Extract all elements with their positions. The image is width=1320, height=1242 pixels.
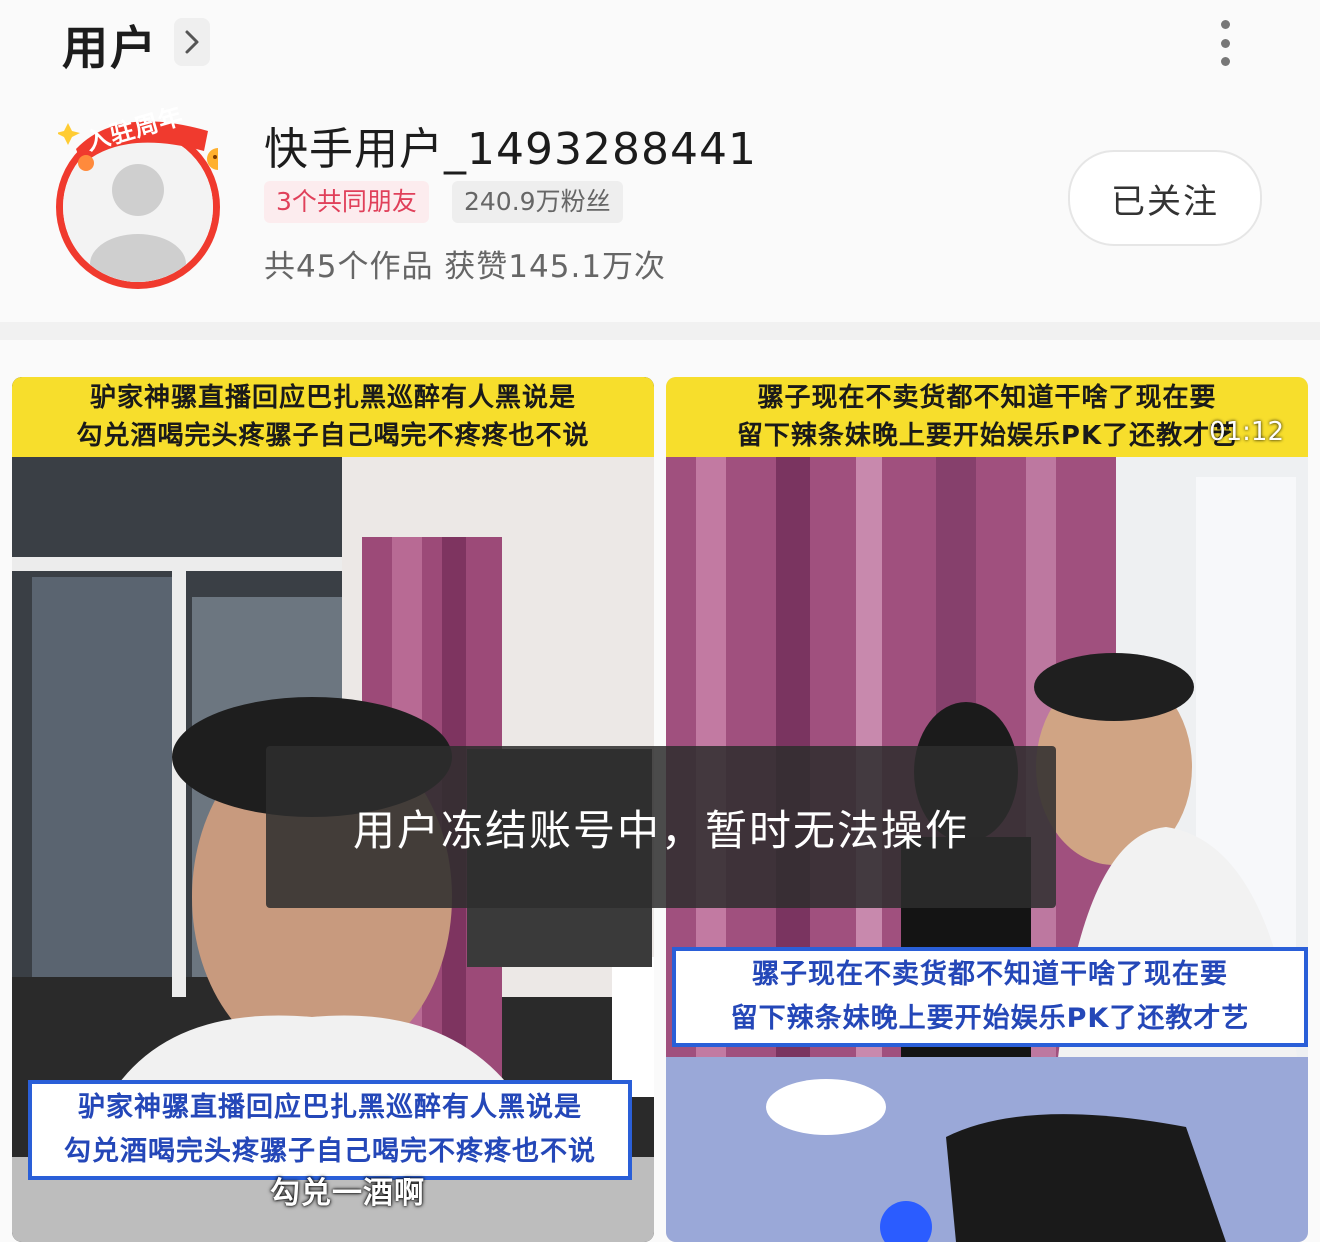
video-top-caption: 驴家神骡直播回应巴扎黑巡醉有人黑说是 勾兑酒喝完头疼骡子自己喝完不疼疼也不说 bbox=[12, 377, 654, 457]
profile-header: 入驻周年 快手用户_1493288441 3个共同朋友 240.9万粉丝 共45… bbox=[0, 95, 1320, 320]
more-options-button[interactable] bbox=[1205, 18, 1245, 68]
caption-line: 驴家神骡直播回应巴扎黑巡醉有人黑说是 bbox=[89, 383, 576, 413]
page-title: 用户 bbox=[62, 21, 158, 75]
caption-line: 勾兑酒喝完头疼骡子自己喝完不疼疼也不说 bbox=[76, 421, 590, 451]
mutual-friends-badge[interactable]: 3个共同朋友 bbox=[264, 181, 429, 223]
chevron-right-icon bbox=[185, 30, 199, 54]
fans-count-badge[interactable]: 240.9万粉丝 bbox=[452, 181, 623, 223]
caption-line: 驴家神骡直播回应巴扎黑巡醉有人黑说是 bbox=[78, 1092, 582, 1123]
caption-line: 留下辣条妹晚上要开始娱乐PK了还教才艺 bbox=[730, 1003, 1250, 1034]
profile-expand-button[interactable] bbox=[174, 18, 210, 66]
video-bottom-caption: 驴家神骡直播回应巴扎黑巡醉有人黑说是 勾兑酒喝完头疼骡子自己喝完不疼疼也不说 bbox=[28, 1080, 632, 1180]
following-button[interactable]: 已关注 bbox=[1068, 150, 1262, 246]
video-subtitle: 勾兑一酒啊 bbox=[270, 1176, 425, 1211]
avatar[interactable]: 入驻周年 bbox=[48, 95, 238, 295]
caption-line: 骡子现在不卖货都不知道干啥了现在要 bbox=[752, 959, 1228, 990]
caption-line: 骡子现在不卖货都不知道干啥了现在要 bbox=[757, 383, 1217, 413]
account-frozen-toast: 用户冻结账号中，暂时无法操作 bbox=[266, 746, 1056, 908]
username: 快手用户_1493288441 bbox=[264, 124, 757, 175]
video-bottom-caption: 骡子现在不卖货都不知道干啥了现在要 留下辣条妹晚上要开始娱乐PK了还教才艺 bbox=[672, 947, 1308, 1047]
video-duration: 01:12 bbox=[1209, 417, 1284, 447]
section-divider bbox=[0, 322, 1320, 340]
toast-message: 用户冻结账号中，暂时无法操作 bbox=[352, 805, 969, 855]
more-vertical-icon bbox=[1220, 20, 1230, 66]
top-bar: 用户 bbox=[0, 0, 1320, 95]
works-likes-stats: 共45个作品 获赞145.1万次 bbox=[264, 249, 667, 285]
